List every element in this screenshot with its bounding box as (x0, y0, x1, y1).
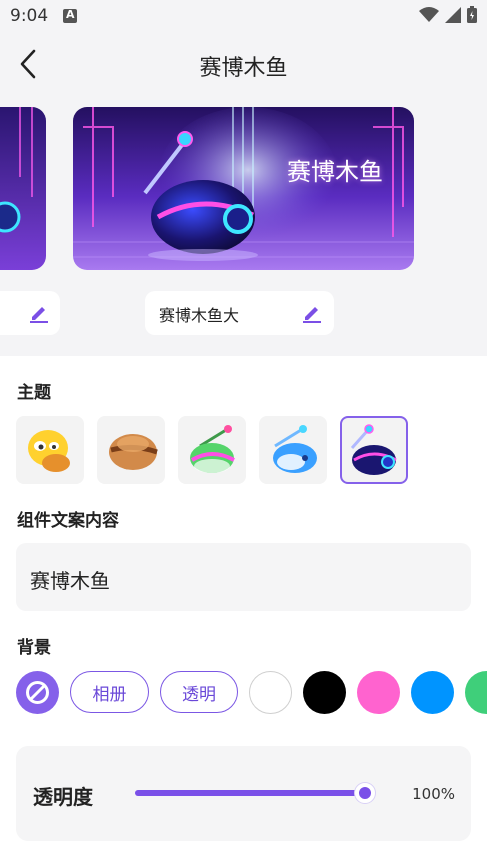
theme-section-title: 主题 (17, 383, 51, 403)
status-icons (419, 6, 477, 23)
color-swatch-green[interactable] (465, 671, 487, 714)
emoji-fish-icon (28, 430, 70, 472)
settings-panel: 主题 组件文案内容 赛博木鱼 背景 相册 透明 透明度 100% (0, 356, 487, 867)
opacity-value: 100% (412, 785, 455, 803)
color-swatch-black[interactable] (303, 671, 346, 714)
theme-list (16, 416, 408, 484)
status-bar: 9:04 (0, 0, 487, 34)
content-input[interactable]: 赛博木鱼 (16, 543, 471, 611)
wooden-fish-icon (109, 434, 158, 470)
signal-icon (445, 6, 461, 23)
theme-option-cyber-fish[interactable] (340, 416, 408, 484)
cyber-wooden-fish-image (73, 107, 414, 270)
opacity-slider-thumb[interactable] (355, 783, 375, 803)
widget-name-pill-previous[interactable] (0, 291, 60, 335)
cyber-fish-icon (350, 424, 397, 475)
color-swatch-pink[interactable] (357, 671, 400, 714)
color-swatch-white[interactable] (249, 671, 292, 714)
page-title: 赛博木鱼 (199, 56, 288, 81)
wifi-icon (419, 6, 439, 22)
blue-fish-icon (273, 425, 317, 473)
green-fish-icon (190, 425, 235, 473)
edit-icon[interactable] (28, 302, 50, 324)
widget-preview-card[interactable]: 赛博木鱼 (73, 107, 414, 270)
cyber-background-image (0, 107, 46, 270)
widget-name-text: 赛博木鱼大 (159, 306, 240, 325)
widget-name-pill[interactable]: 赛博木鱼大 (145, 291, 334, 335)
opacity-label: 透明度 (33, 785, 93, 809)
opacity-slider[interactable] (135, 783, 375, 803)
theme-option-green-fish[interactable] (178, 416, 246, 484)
no-background-icon (26, 681, 49, 704)
background-none-button[interactable] (16, 671, 59, 714)
nav-bar: 赛博木鱼 (0, 34, 487, 94)
opacity-slider-fill (135, 790, 365, 796)
transparent-button[interactable]: 透明 (160, 671, 238, 713)
widget-preview-card-previous[interactable] (0, 107, 46, 270)
color-swatch-blue[interactable] (411, 671, 454, 714)
opacity-setting: 透明度 100% (16, 746, 471, 841)
content-input-value: 赛博木鱼 (30, 569, 110, 593)
edit-icon[interactable] (301, 302, 323, 324)
battery-icon (467, 6, 477, 23)
background-options: 相册 透明 (16, 670, 487, 714)
theme-option-emoji-fish[interactable] (16, 416, 84, 484)
card-label: 赛博木鱼 (287, 158, 383, 186)
theme-option-blue-fish[interactable] (259, 416, 327, 484)
notification-icon (63, 8, 77, 23)
album-button[interactable]: 相册 (70, 671, 149, 713)
background-section-title: 背景 (17, 638, 51, 658)
theme-option-wooden-fish[interactable] (97, 416, 165, 484)
status-time: 9:04 (10, 6, 49, 26)
content-section-title: 组件文案内容 (17, 511, 119, 531)
